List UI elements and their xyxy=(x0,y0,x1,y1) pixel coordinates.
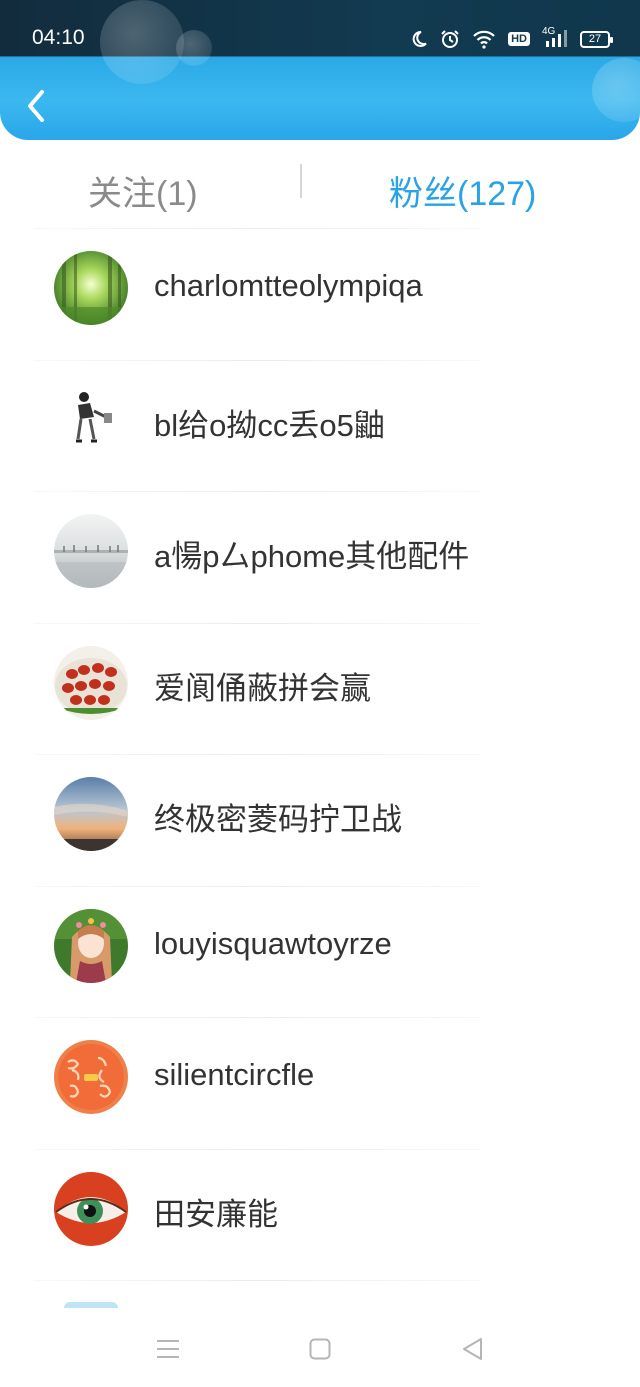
fan-name: bl给o拗cc丢o5鼬 xyxy=(154,407,385,443)
fan-name: a愓p厶phome其他配件 xyxy=(154,539,470,574)
status-icons: HD 4G 27 xyxy=(410,26,613,52)
decorative-bubble xyxy=(592,58,640,122)
divider xyxy=(34,1017,480,1018)
divider xyxy=(34,1148,480,1150)
back-triangle-icon xyxy=(463,1338,482,1360)
list-item[interactable]: 终极密菱码拧卫战 xyxy=(0,754,640,886)
alarm-icon xyxy=(440,29,460,49)
home-square-icon xyxy=(309,1338,331,1360)
wifi-icon xyxy=(472,29,496,49)
divider xyxy=(34,228,480,229)
list-item[interactable]: a愓p厶phome其他配件 xyxy=(0,491,640,623)
divider xyxy=(34,885,480,887)
back-button[interactable] xyxy=(18,84,54,128)
fans-list: charlomtteolympiqa bl给o拗cc丢o5鼬 a愓p厶phome… xyxy=(0,228,640,1310)
signal-4g-icon: 4G xyxy=(542,26,568,49)
chevron-left-icon xyxy=(28,90,44,122)
fan-name: charlomtteolympiqa xyxy=(154,268,423,303)
list-item[interactable]: 爱阆俑蔽拼会赢 xyxy=(0,622,640,755)
tab-following[interactable]: 关注(1) xyxy=(88,166,198,215)
divider xyxy=(34,1280,480,1281)
battery-icon: 27 xyxy=(580,30,613,48)
fan-name: 田安廉能 xyxy=(154,1196,278,1232)
divider xyxy=(34,491,480,492)
hd-icon: HD xyxy=(508,32,530,46)
menu-icon xyxy=(157,1340,179,1358)
list-item[interactable]: 田安廉能 xyxy=(0,1148,640,1281)
fan-name: 爱阆俑蔽拼会赢 xyxy=(154,670,371,706)
food-skewers-avatar xyxy=(54,645,128,720)
anime-girl-avatar xyxy=(54,908,128,983)
tab-divider xyxy=(300,164,302,198)
decorative-bubble xyxy=(176,30,212,66)
sunset-sky-avatar xyxy=(54,777,128,851)
sketch-figure-avatar xyxy=(54,382,128,457)
app-header: 04:10 HD 4G 27 xyxy=(0,0,640,140)
home-button[interactable] xyxy=(300,1334,340,1364)
fan-name: silientcircfle xyxy=(154,1057,315,1092)
divider xyxy=(34,754,480,755)
partial-avatar xyxy=(64,1302,118,1308)
status-time: 04:10 xyxy=(32,26,85,49)
misty-sea-avatar xyxy=(54,514,128,588)
list-item[interactable]: louyisquawtoyrze xyxy=(0,885,640,1018)
system-nav-bar xyxy=(0,1310,640,1387)
divider xyxy=(34,359,480,361)
orange-badge-avatar xyxy=(54,1040,128,1114)
back-nav-button[interactable] xyxy=(452,1334,492,1364)
fan-name: louyisquawtoyrze xyxy=(154,925,392,961)
forest-avatar xyxy=(54,251,128,325)
list-item[interactable]: charlomtteolympiqa xyxy=(0,228,640,360)
moon-icon xyxy=(410,30,428,48)
tab-fans[interactable]: 粉丝(127) xyxy=(389,166,536,215)
divider xyxy=(34,622,480,624)
list-item[interactable]: bl给o拗cc丢o5鼬 xyxy=(0,359,640,492)
fan-name: 终极密菱码拧卫战 xyxy=(154,802,402,837)
eye-avatar xyxy=(54,1171,128,1246)
decorative-bubble xyxy=(100,0,184,84)
list-item[interactable]: silientcircfle xyxy=(0,1017,640,1149)
tab-bar: 关注(1) 粉丝(127) xyxy=(0,158,640,228)
menu-button[interactable] xyxy=(148,1334,188,1364)
